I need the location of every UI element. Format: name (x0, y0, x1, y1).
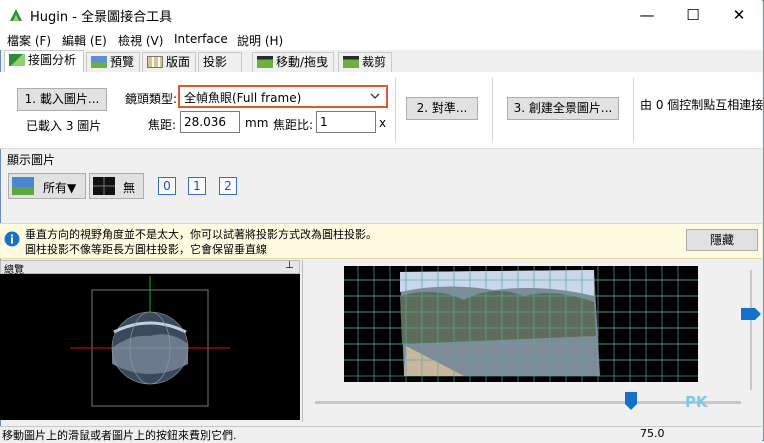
chevron-down-icon (370, 93, 380, 99)
info-bar: 垂直方向的視野角度並不是太大，你可以試著將投影方式改為圓柱投影。 圓柱投影不像等… (0, 223, 762, 259)
tab-crop-label: 裁剪 (362, 55, 387, 69)
crop-factor-input[interactable]: 1 (316, 111, 376, 133)
show-all-button[interactable]: 所有▼ (8, 173, 86, 199)
window-title: Hugin - 全景圖接合工具 (30, 10, 173, 25)
lens-type-label: 鏡頭類型: (125, 92, 178, 106)
hugin-app-icon (10, 9, 22, 21)
tab-move-label: 移動/拖曳 (276, 55, 329, 69)
info-line-2: 圓柱投影不像等距長方圓柱投影，它會保留垂直線 (25, 243, 267, 256)
crop-factor-label: 焦距比: (273, 118, 314, 132)
info-icon (4, 231, 20, 247)
assistant-panel: 1. 載入圖片... 已載入 3 圖片 鏡頭類型: 全幀魚眼(Full fram… (0, 72, 764, 149)
lens-type-value: 全幀魚眼(Full frame) (184, 91, 302, 105)
display-images-heading: 顯示圖片 (7, 153, 56, 167)
image-toggle-2[interactable]: 2 (219, 177, 237, 195)
show-all-label: 所有▼ (43, 181, 77, 195)
tab-preview[interactable]: 預覽 (86, 52, 140, 72)
menu-file[interactable]: 檔案 (F) (7, 32, 51, 49)
show-none-label: 無 (123, 181, 136, 195)
align-button[interactable]: 2. 對準... (406, 97, 478, 120)
tab-projection-label: 投影 (203, 55, 228, 69)
menu-help[interactable]: 說明 (H) (237, 32, 283, 49)
pin-icon[interactable]: ⊥ (285, 260, 294, 271)
layout-tab-icon (147, 56, 163, 68)
overview-canvas[interactable] (0, 274, 300, 420)
image-toggle-0[interactable]: 0 (158, 177, 176, 195)
separator (395, 78, 396, 142)
lens-type-select[interactable]: 全幀魚眼(Full frame) (178, 85, 388, 108)
focal-length-unit: mm (245, 116, 269, 130)
crop-tab-icon (343, 56, 359, 68)
tab-layout-label: 版面 (166, 55, 191, 69)
overview-sphere-view (70, 276, 230, 407)
vertical-fov-slider-thumb[interactable] (741, 308, 761, 320)
separator (492, 78, 493, 142)
control-points-text: 由 0 個控制點互相連接 (640, 98, 764, 112)
horizontal-fov-slider-track (315, 401, 741, 404)
panorama-preview[interactable] (344, 266, 698, 382)
menu-bar: 檔案 (F) 編輯 (E) 檢視 (V) Interface 說明 (H) (0, 30, 762, 50)
image-toggle-1[interactable]: 1 (188, 177, 206, 195)
info-line-1: 垂直方向的視野角度並不是太大，你可以試著將投影方式改為圓柱投影。 (25, 228, 377, 241)
watermark-logo: PK (685, 393, 708, 411)
title-bar: Hugin - 全景圖接合工具 — ☐ ✕ (0, 0, 762, 30)
close-button[interactable]: ✕ (716, 0, 762, 30)
vertical-fov-slider-track (750, 270, 752, 390)
focal-length-input[interactable]: 28.036 (180, 111, 240, 133)
tab-assistant[interactable]: 接圖分析 (4, 50, 84, 73)
fast-preview-area: PK (302, 260, 763, 422)
overview-header: 總覽 ⊥ (0, 260, 300, 276)
maximize-button[interactable]: ☐ (670, 0, 716, 30)
landscape-icon (12, 177, 34, 195)
tab-assistant-label: 接圖分析 (28, 53, 77, 67)
tab-projection[interactable]: 投影 (198, 52, 242, 72)
status-bar: 移動圖片上的滑鼠或者圖片上的按鈕來費別它們. 75.0 (0, 426, 762, 442)
minimize-button[interactable]: — (624, 0, 670, 30)
create-panorama-button[interactable]: 3. 創建全景圖片... (507, 97, 619, 120)
loaded-images-text: 已載入 3 圖片 (26, 119, 102, 133)
tab-layout[interactable]: 版面 (142, 52, 196, 72)
load-images-button[interactable]: 1. 載入圖片... (17, 88, 107, 111)
hide-button[interactable]: 隱藏 (686, 229, 758, 251)
tab-crop[interactable]: 裁剪 (338, 52, 392, 72)
menu-edit[interactable]: 編輯 (E) (62, 32, 107, 49)
assistant-tab-icon (9, 54, 25, 66)
horizontal-fov-slider-thumb[interactable] (625, 392, 637, 410)
crop-factor-unit: x (379, 116, 387, 130)
show-none-button[interactable]: 無 (89, 173, 144, 199)
slider-value-text: 75.0 (640, 427, 665, 440)
focal-length-label: 焦距: (148, 118, 177, 132)
preview-tab-icon (91, 56, 107, 68)
menu-interface[interactable]: Interface (174, 32, 228, 46)
tab-preview-label: 預覽 (110, 55, 135, 69)
separator (633, 78, 634, 142)
menu-view[interactable]: 檢視 (V) (118, 32, 163, 49)
move-tab-icon (257, 56, 273, 68)
tab-strip: 接圖分析 預覽 版面 投影 移動/拖曳 裁剪 (0, 50, 762, 73)
grid-icon (93, 177, 115, 195)
tab-move-drag[interactable]: 移動/拖曳 (252, 52, 334, 72)
